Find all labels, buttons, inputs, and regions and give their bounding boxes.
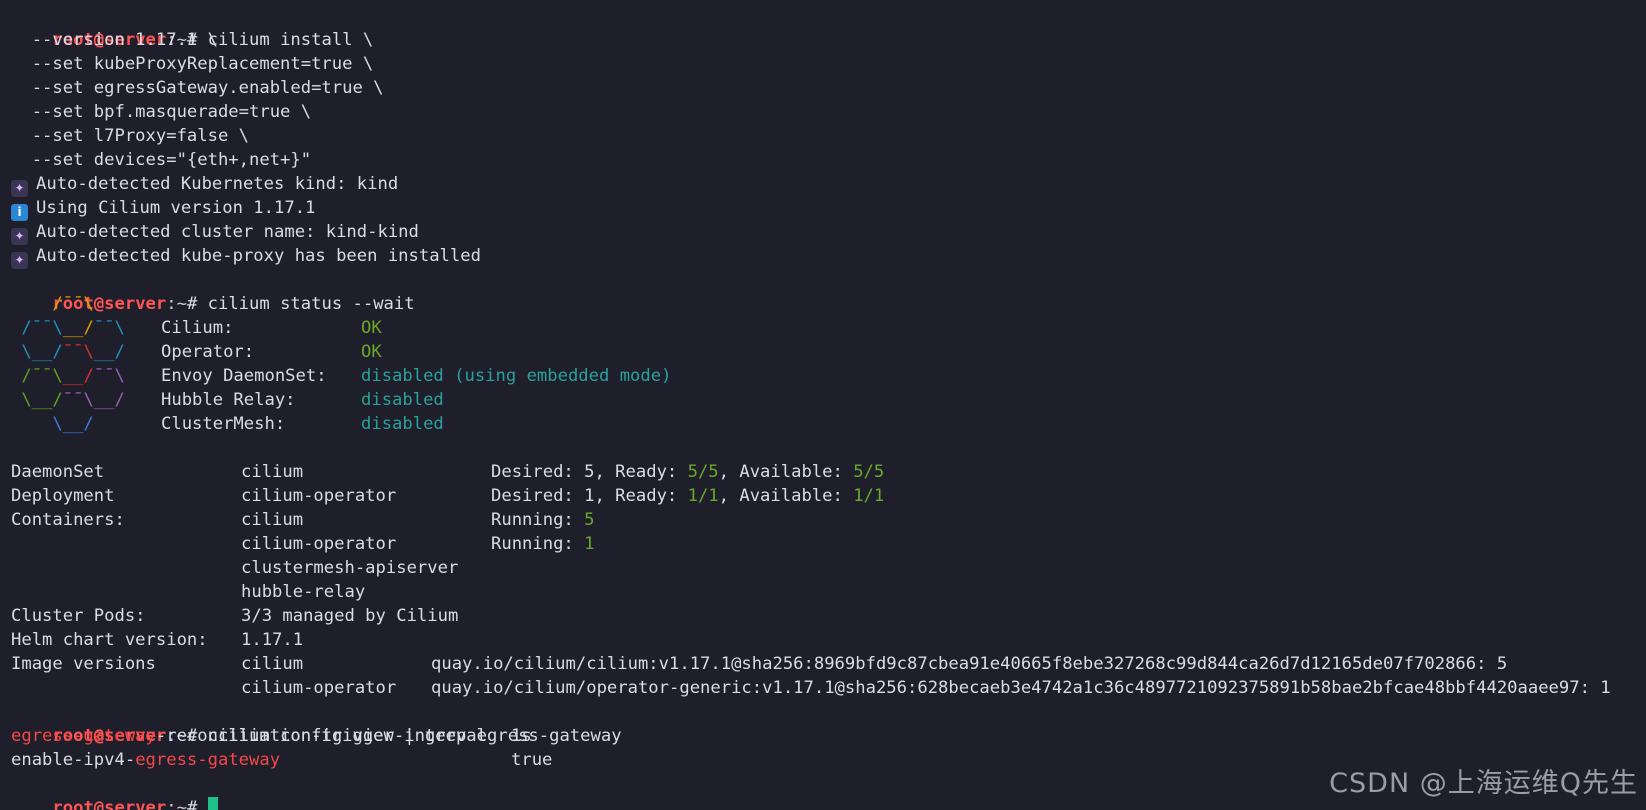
image-ref: quay.io/cilium/operator-generic:v1.17.1@… <box>431 678 1611 698</box>
container-running: Running: 1 <box>491 534 595 554</box>
image-ref: quay.io/cilium/cilium:v1.17.1@sha256:896… <box>431 654 1508 674</box>
config-row: egress-gateway-reconciliation-trigger-in… <box>11 724 1646 748</box>
resource-label: Cluster Pods: <box>11 606 146 626</box>
output-line: ✦ Auto-detected kube-proxy has been insta… <box>11 244 1646 269</box>
status-value: disabled (using embedded mode) <box>361 366 672 386</box>
prompt-line: root@server:~# cilium install \ <box>11 4 1646 50</box>
command-continuation: --set bpf.masquerade=true \ <box>11 102 312 122</box>
command-continuation: --set l7Proxy=false \ <box>11 126 249 146</box>
config-value: 1s <box>511 726 532 746</box>
prompt-line: root@server:~# cilium config view | grep… <box>11 700 1646 746</box>
resource-row: clustermesh-apiserver <box>11 556 1646 580</box>
resource-status: Desired: 5, Ready: 5/5, Available: 5/5 <box>491 462 885 482</box>
resource-status: Desired: 1, Ready: 1/1, Available: 1/1 <box>491 486 885 506</box>
command-continuation: --set egressGateway.enabled=true \ <box>11 78 384 98</box>
container-name: clustermesh-apiserver <box>241 558 459 578</box>
cluster-pods-value: 3/3 managed by Cilium <box>241 606 459 626</box>
status-label: ClusterMesh: <box>161 414 286 434</box>
output-line: ✦ Auto-detected cluster name: kind-kind <box>11 220 1646 245</box>
status-value: disabled <box>361 390 444 410</box>
resource-row: Helm chart version: 1.17.1 <box>11 628 1646 652</box>
status-label: Cilium: <box>161 318 234 338</box>
output-text: Using Cilium version 1.17.1 <box>36 198 316 218</box>
cilium-logo-line: /¯¯\__/¯¯\ <box>11 318 125 338</box>
resource-row: cilium-operator Running: 1 <box>11 532 1646 556</box>
resource-row: Deployment cilium-operator Desired: 1, R… <box>11 484 1646 508</box>
cilium-logo-line: \__/¯¯\__/ <box>11 342 125 362</box>
prompt-symbol: # <box>186 798 208 810</box>
resource-name: cilium-operator <box>241 486 397 506</box>
container-running: Running: 5 <box>491 510 595 530</box>
output-text: Auto-detected Kubernetes kind: kind <box>36 174 399 194</box>
config-value: true <box>511 750 553 770</box>
cilium-logo-line: \__/¯¯\__/ <box>11 390 125 410</box>
terminal-cursor[interactable] <box>207 797 218 810</box>
container-name: cilium <box>241 510 304 530</box>
info-icon: i <box>11 204 28 221</box>
output-line: ✦ Auto-detected Kubernetes kind: kind <box>11 172 1646 197</box>
config-key: egress-gateway-reconciliation-trigger-in… <box>11 726 488 746</box>
resource-row: cilium-operator quay.io/cilium/operator-… <box>11 676 1646 700</box>
wizard-icon: ✦ <box>11 252 28 269</box>
cilium-logo-line: \__/ <box>11 414 94 434</box>
output-text: Auto-detected cluster name: kind-kind <box>36 222 419 242</box>
resource-row: Containers: cilium Running: 5 <box>11 508 1646 532</box>
cilium-logo-line: /¯¯\ <box>11 294 94 314</box>
status-value: OK <box>361 342 382 362</box>
image-name: cilium <box>241 654 304 674</box>
status-value: OK <box>361 318 382 338</box>
cilium-logo-line: /¯¯\__/¯¯\ <box>11 366 125 386</box>
command-continuation: --set devices="{eth+,net+}" <box>11 150 312 170</box>
output-text: Auto-detected kube-proxy has been instal… <box>36 246 481 266</box>
status-row: \__/¯¯\__/ Hubble Relay: disabled <box>11 388 1646 412</box>
terminal-window[interactable]: root@server:~# cilium install \ --versio… <box>0 0 1646 810</box>
container-name: cilium-operator <box>241 534 397 554</box>
status-label: Operator: <box>161 342 255 362</box>
resource-label: Containers: <box>11 510 125 530</box>
status-label: Envoy DaemonSet: <box>161 366 327 386</box>
command-continuation: --version 1.17.1 \ <box>11 30 218 50</box>
status-row: /¯¯\__/¯¯\ Envoy DaemonSet: disabled (us… <box>11 364 1646 388</box>
resource-row: hubble-relay <box>11 580 1646 604</box>
output-line: i Using Cilium version 1.17.1 <box>11 196 1646 221</box>
resource-row: Image versions cilium quay.io/cilium/cil… <box>11 652 1646 676</box>
resource-row: Cluster Pods: 3/3 managed by Cilium <box>11 604 1646 628</box>
config-key: enable-ipv4-egress-gateway <box>11 750 281 770</box>
prompt-line: root@server:~# cilium status --wait <box>11 268 1646 314</box>
command-continuation: --set kubeProxyReplacement=true \ <box>11 54 374 74</box>
prompt-user: root@server <box>52 798 167 810</box>
prompt-path: :~ <box>166 798 187 810</box>
image-name: cilium-operator <box>241 678 397 698</box>
resource-label: Helm chart version: <box>11 630 208 650</box>
resource-label: Deployment <box>11 486 115 506</box>
status-row: /¯¯\__/¯¯\ Cilium: OK <box>11 316 1646 340</box>
wizard-icon: ✦ <box>11 228 28 245</box>
status-row: /¯¯\ <box>11 292 1646 316</box>
wizard-icon: ✦ <box>11 180 28 197</box>
status-row: \__/ ClusterMesh: disabled <box>11 412 1646 436</box>
container-name: hubble-relay <box>241 582 366 602</box>
status-label: Hubble Relay: <box>161 390 296 410</box>
status-value: disabled <box>361 414 444 434</box>
resource-label: DaemonSet <box>11 462 105 482</box>
status-row: \__/¯¯\__/ Operator: OK <box>11 340 1646 364</box>
helm-version-value: 1.17.1 <box>241 630 304 650</box>
resource-label: Image versions <box>11 654 156 674</box>
resource-name: cilium <box>241 462 304 482</box>
resource-row: DaemonSet cilium Desired: 5, Ready: 5/5,… <box>11 460 1646 484</box>
watermark: CSDN @上海运维Q先生 <box>1329 768 1638 799</box>
